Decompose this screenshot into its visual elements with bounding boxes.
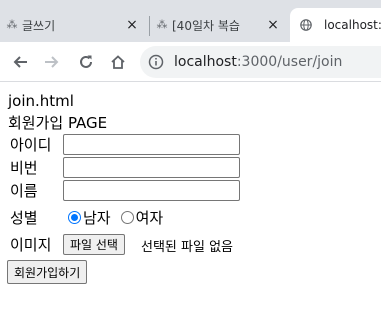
image-row: 이미지 bbox=[10, 234, 62, 255]
id-input[interactable] bbox=[63, 134, 240, 155]
password-input[interactable] bbox=[63, 157, 240, 178]
tab-localhost[interactable]: localhost:3 bbox=[290, 8, 381, 42]
globe-icon bbox=[300, 19, 312, 31]
tab-write[interactable]: ⁂ 글쓰기 × bbox=[0, 8, 148, 42]
browser-toolbar: localhost:3000/user/join bbox=[0, 42, 381, 82]
page-title: 회원가입 PAGE bbox=[8, 114, 108, 132]
close-icon[interactable]: × bbox=[124, 17, 140, 33]
name-label: 이름 bbox=[10, 182, 38, 200]
tab-title: 글쓰기 bbox=[22, 18, 56, 33]
name-input[interactable] bbox=[63, 180, 240, 201]
tab-title: [40일차 복습 bbox=[172, 18, 240, 33]
url-path: :3000/user/join bbox=[236, 54, 343, 70]
url-host: localhost bbox=[174, 54, 237, 70]
reload-icon[interactable] bbox=[74, 50, 98, 74]
name-row: 이름 bbox=[10, 180, 62, 201]
gender-male-label[interactable]: 남자 bbox=[83, 207, 111, 228]
page-file-name: join.html bbox=[8, 92, 74, 110]
tab-strip: ⁂ 글쓰기 × ⁂ [40일차 복습 × localhost:3 bbox=[0, 0, 381, 42]
gender-label: 성별 bbox=[10, 209, 38, 227]
gender-male-radio[interactable] bbox=[68, 211, 81, 224]
close-icon[interactable]: × bbox=[265, 17, 281, 33]
tistory-icon: ⁂ bbox=[6, 18, 18, 31]
id-row: 아이디 bbox=[10, 134, 62, 155]
home-icon[interactable] bbox=[106, 50, 130, 74]
password-row: 비번 bbox=[10, 157, 62, 178]
tistory-icon: ⁂ bbox=[156, 18, 168, 31]
url-text: localhost:3000/user/join bbox=[174, 54, 342, 70]
password-label: 비번 bbox=[10, 159, 38, 177]
gender-female-label[interactable]: 여자 bbox=[136, 207, 164, 228]
address-bar[interactable]: localhost:3000/user/join bbox=[140, 46, 381, 78]
file-status-text: 선택된 파일 없음 bbox=[141, 240, 233, 255]
back-arrow-icon[interactable] bbox=[8, 50, 32, 74]
join-submit-button[interactable]: 회원가입하기 bbox=[7, 260, 88, 284]
id-label: 아이디 bbox=[10, 136, 52, 154]
page-content: join.html 회원가입 PAGE 아이디 비번 이름 성별 남자 여자 이… bbox=[0, 82, 381, 328]
file-select-button[interactable]: 파일 선택 bbox=[63, 234, 125, 255]
image-label: 이미지 bbox=[10, 236, 52, 254]
forward-arrow-icon[interactable] bbox=[40, 50, 64, 74]
gender-row: 성별 남자 여자 bbox=[10, 207, 163, 228]
gender-female-radio[interactable] bbox=[120, 211, 134, 224]
info-icon[interactable] bbox=[148, 54, 164, 70]
tab-review[interactable]: ⁂ [40일차 복습 × bbox=[150, 8, 290, 42]
tab-title: localhost:3 bbox=[324, 18, 381, 32]
